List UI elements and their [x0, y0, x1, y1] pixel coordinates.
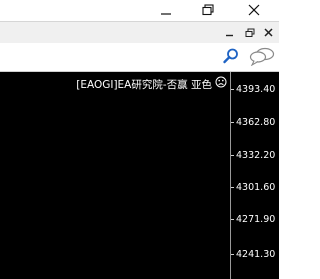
- restore-icon: [245, 28, 254, 37]
- window-minimize-button[interactable]: [146, 0, 186, 20]
- price-label: 4301.60: [236, 182, 276, 193]
- window-titlebar: [0, 0, 279, 20]
- chart-area[interactable]: [EAOGI]EA研究院-否赢 亚色: [0, 72, 230, 279]
- close-icon: [248, 4, 260, 16]
- price-tick-row: 4332.20: [231, 149, 280, 163]
- window-restore-button[interactable]: [188, 0, 228, 20]
- frown-icon: [215, 76, 227, 88]
- tick-mark: [231, 219, 234, 220]
- minimize-icon: [226, 34, 233, 37]
- toolbar: [0, 43, 279, 72]
- chat-icon: [249, 47, 275, 67]
- tick-mark: [231, 254, 234, 255]
- child-window-bar: [0, 21, 279, 44]
- search-button[interactable]: [222, 47, 240, 65]
- close-icon: [264, 28, 273, 37]
- child-restore-button[interactable]: [242, 25, 257, 40]
- tick-mark: [231, 187, 234, 188]
- price-label: 4241.30: [236, 249, 276, 260]
- price-label: 4362.80: [236, 117, 276, 128]
- price-tick-row: 4241.30: [231, 248, 280, 262]
- window-close-button[interactable]: [234, 0, 274, 20]
- price-label: 4332.20: [236, 150, 276, 161]
- minimize-icon: [161, 13, 171, 15]
- price-scale[interactable]: 4393.40 4362.80 4332.20 4301.60 4271.90 …: [230, 72, 279, 279]
- price-tick-row: 4393.40: [231, 83, 280, 97]
- price-label: 4393.40: [236, 84, 276, 95]
- price-tick-row: 4271.90: [231, 213, 280, 227]
- tick-mark: [231, 89, 234, 90]
- tick-mark: [231, 155, 234, 156]
- search-icon: [223, 48, 238, 64]
- price-tick-row: 4362.80: [231, 116, 280, 130]
- price-tick-row: 4301.60: [231, 181, 280, 195]
- tick-mark: [231, 122, 234, 123]
- price-label: 4271.90: [236, 214, 276, 225]
- chat-button[interactable]: [249, 46, 275, 67]
- child-close-button[interactable]: [261, 25, 276, 40]
- child-minimize-button[interactable]: [222, 25, 237, 40]
- restore-icon: [202, 4, 214, 16]
- ea-name-label: [EAOGI]EA研究院-否赢 亚色: [76, 79, 212, 91]
